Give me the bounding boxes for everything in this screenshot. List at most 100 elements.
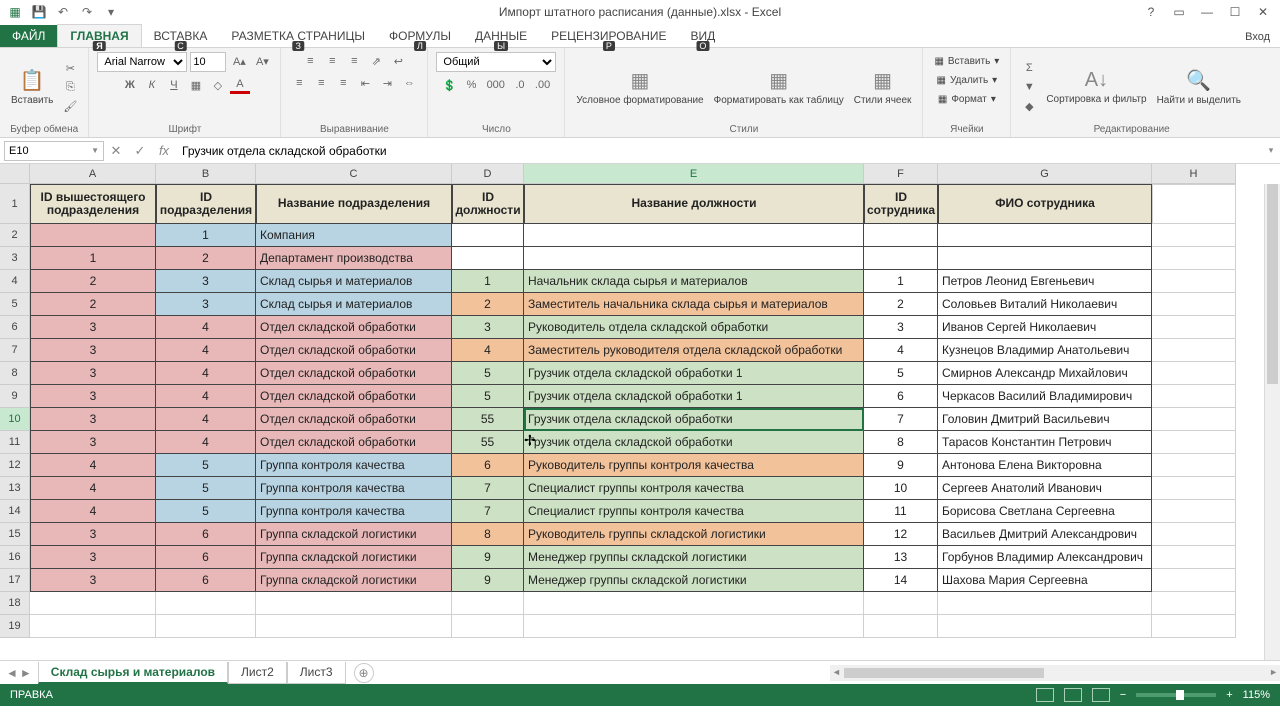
col-header-A[interactable]: A <box>30 164 156 184</box>
cell[interactable]: 3 <box>864 316 938 339</box>
cell[interactable]: Смирнов Александр Михайлович <box>938 362 1152 385</box>
worksheet-grid[interactable]: ABCDEFGH 12345678910111213141516171819 I… <box>0 164 1280 660</box>
cell[interactable]: 4 <box>864 339 938 362</box>
cell[interactable]: 1 <box>452 270 524 293</box>
cell[interactable]: Менеджер группы складской логистики <box>524 569 864 592</box>
column-headers[interactable]: ABCDEFGH <box>30 164 1236 184</box>
cell[interactable] <box>452 247 524 270</box>
paste-button[interactable]: 📋Вставить <box>8 59 56 115</box>
cell[interactable]: 3 <box>30 569 156 592</box>
cell[interactable] <box>1152 615 1236 638</box>
cell[interactable]: Компания <box>256 224 452 247</box>
format-painter-icon[interactable]: 🖌 <box>60 97 80 115</box>
cell[interactable]: 3 <box>30 316 156 339</box>
sort-filter-button[interactable]: A↓Сортировка и фильтр <box>1043 59 1149 115</box>
cell[interactable]: 55 <box>452 408 524 431</box>
cell[interactable]: Группа контроля качества <box>256 477 452 500</box>
horizontal-scroll-thumb[interactable] <box>844 668 1044 678</box>
cell[interactable] <box>452 592 524 615</box>
cell[interactable]: 7 <box>864 408 938 431</box>
cell[interactable]: 7 <box>452 500 524 523</box>
conditional-format-button[interactable]: ▦Условное форматирование <box>573 59 706 115</box>
save-icon[interactable]: 💾 <box>30 3 48 21</box>
row-header-7[interactable]: 7 <box>0 339 30 362</box>
cell[interactable]: 4 <box>156 362 256 385</box>
delete-cells-button[interactable]: ▦ Удалить ▾ <box>934 71 1001 89</box>
cell[interactable]: Руководитель отдела складской обработки <box>524 316 864 339</box>
cell[interactable]: Кузнецов Владимир Анатольевич <box>938 339 1152 362</box>
cell[interactable]: 5 <box>452 385 524 408</box>
header-cell[interactable]: ID должности <box>452 184 524 224</box>
cell[interactable]: 5 <box>156 477 256 500</box>
cell[interactable]: 9 <box>864 454 938 477</box>
excel-icon[interactable]: ▦ <box>6 3 24 21</box>
dec-decimal-icon[interactable]: .00 <box>532 76 553 94</box>
align-center-icon[interactable]: ≡ <box>311 74 331 92</box>
cell[interactable] <box>1152 569 1236 592</box>
tab-file[interactable]: ФАЙЛ <box>0 25 57 47</box>
cell[interactable]: Головин Дмитрий Васильевич <box>938 408 1152 431</box>
horizontal-scrollbar[interactable]: ◄ ► <box>830 665 1280 681</box>
cell[interactable] <box>156 592 256 615</box>
cell[interactable]: 11 <box>864 500 938 523</box>
cell[interactable]: 3 <box>156 293 256 316</box>
cell[interactable]: 2 <box>30 293 156 316</box>
cell[interactable]: Иванов Сергей Николаевич <box>938 316 1152 339</box>
cell[interactable]: Заместитель начальника склада сырья и ма… <box>524 293 864 316</box>
help-icon[interactable]: ? <box>1138 2 1164 22</box>
sheet-tab[interactable]: Лист3 <box>287 662 346 684</box>
cell[interactable]: Соловьев Виталий Николаевич <box>938 293 1152 316</box>
cell[interactable] <box>864 615 938 638</box>
col-header-F[interactable]: F <box>864 164 938 184</box>
cell[interactable]: 12 <box>864 523 938 546</box>
row-header-19[interactable]: 19 <box>0 615 30 638</box>
col-header-D[interactable]: D <box>452 164 524 184</box>
row-header-17[interactable]: 17 <box>0 569 30 592</box>
vertical-scroll-thumb[interactable] <box>1267 184 1278 384</box>
cell[interactable]: Менеджер группы складской логистики <box>524 546 864 569</box>
cell[interactable] <box>864 247 938 270</box>
cell[interactable]: 6 <box>156 546 256 569</box>
cell[interactable] <box>524 592 864 615</box>
row-header-8[interactable]: 8 <box>0 362 30 385</box>
cell[interactable]: Петров Леонид Евгеньевич <box>938 270 1152 293</box>
cell[interactable]: Отдел складской обработки <box>256 431 452 454</box>
sheet-nav-prev-icon[interactable]: ◄ <box>6 666 18 680</box>
cell[interactable]: Склад сырья и материалов <box>256 293 452 316</box>
cancel-formula-icon[interactable]: ✕ <box>104 141 128 161</box>
cell[interactable]: 4 <box>156 385 256 408</box>
cell[interactable] <box>1152 316 1236 339</box>
tab-вид[interactable]: ВИДО <box>679 25 728 47</box>
cell[interactable]: 3 <box>30 339 156 362</box>
row-header-11[interactable]: 11 <box>0 431 30 454</box>
cell[interactable]: 2 <box>156 247 256 270</box>
header-cell[interactable] <box>1152 184 1236 224</box>
view-normal-icon[interactable] <box>1036 688 1054 702</box>
borders-icon[interactable]: ▦ <box>186 76 206 94</box>
cell[interactable] <box>938 615 1152 638</box>
cell[interactable]: 9 <box>452 546 524 569</box>
find-select-button[interactable]: 🔍Найти и выделить <box>1154 59 1244 115</box>
cell[interactable] <box>1152 477 1236 500</box>
cell[interactable]: Начальник склада сырья и материалов <box>524 270 864 293</box>
cell[interactable]: 2 <box>864 293 938 316</box>
cell[interactable]: Отдел складской обработки <box>256 339 452 362</box>
header-cell[interactable]: ID вышестоящего подразделения <box>30 184 156 224</box>
font-name-select[interactable]: Arial Narrow <box>97 52 187 72</box>
cell[interactable] <box>524 615 864 638</box>
expand-formula-icon[interactable]: ▾ <box>1262 145 1280 156</box>
cell[interactable]: 3 <box>30 385 156 408</box>
format-cells-button[interactable]: ▦ Формат ▾ <box>935 90 999 108</box>
sign-in-link[interactable]: Вход <box>1235 27 1280 47</box>
cell[interactable]: 3 <box>30 546 156 569</box>
cell[interactable]: 4 <box>30 454 156 477</box>
tab-рецензирование[interactable]: РЕЦЕНЗИРОВАНИЕР <box>539 25 678 47</box>
cell[interactable]: Тарасов Константин Петрович <box>938 431 1152 454</box>
fx-icon[interactable]: fx <box>152 141 176 161</box>
cell[interactable] <box>452 615 524 638</box>
cell[interactable] <box>938 592 1152 615</box>
row-header-14[interactable]: 14 <box>0 500 30 523</box>
row-header-5[interactable]: 5 <box>0 293 30 316</box>
zoom-in-icon[interactable]: + <box>1226 689 1232 701</box>
cell[interactable]: 3 <box>30 523 156 546</box>
